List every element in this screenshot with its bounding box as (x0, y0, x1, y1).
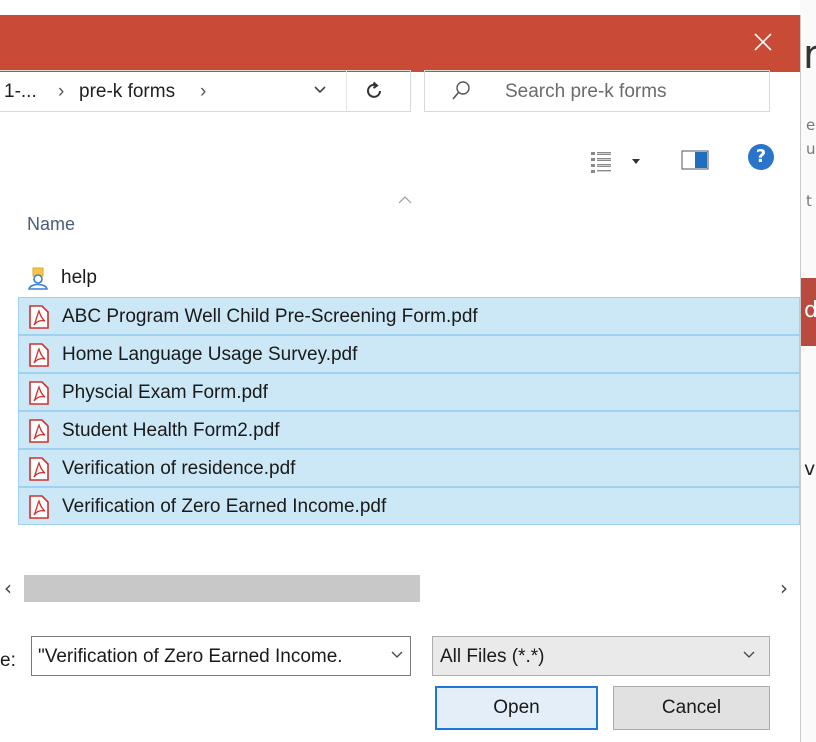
filename-input[interactable]: "Verification of Zero Earned Income. (31, 636, 411, 676)
breadcrumb-item[interactable]: pre-k forms (79, 81, 175, 103)
background-heading-fragment: r (803, 32, 816, 78)
filetype-value: All Files (*.*) (440, 646, 545, 667)
file-name: Physcial Exam Form.pdf (62, 382, 268, 403)
open-button[interactable]: Open (435, 686, 598, 730)
pdf-file-icon (29, 457, 49, 481)
close-icon[interactable] (748, 27, 778, 57)
breadcrumb-item[interactable]: 1-... (4, 81, 37, 103)
file-list: help ABC Program Well Child Pre-Screenin… (18, 259, 800, 525)
file-name: help (61, 267, 97, 288)
list-item[interactable]: Verification of Zero Earned Income.pdf (18, 487, 800, 525)
background-text-fragment: e (806, 116, 816, 134)
preview-pane-icon[interactable] (681, 149, 709, 171)
pdf-file-icon (29, 419, 49, 443)
list-item[interactable]: help (18, 259, 800, 297)
breadcrumb-separator-icon[interactable]: › (58, 81, 64, 103)
filename-value: "Verification of Zero Earned Income. (38, 646, 343, 667)
list-item[interactable]: Physcial Exam Form.pdf (18, 373, 800, 411)
caret-down-icon[interactable] (631, 158, 641, 166)
file-name: ABC Program Well Child Pre-Screening For… (62, 306, 478, 327)
sort-caret-icon (398, 196, 412, 204)
folder-user-icon (28, 267, 48, 290)
address-bar[interactable]: 1-... › pre-k forms › (0, 70, 411, 112)
scroll-right-icon[interactable]: › (780, 576, 788, 600)
scrollbar-thumb[interactable] (24, 575, 420, 602)
list-item[interactable]: ABC Program Well Child Pre-Screening For… (18, 297, 800, 335)
background-text-fragment: t (806, 192, 812, 210)
dialog-titlebar (0, 15, 800, 72)
pdf-file-icon (29, 305, 49, 329)
refresh-icon[interactable] (363, 79, 387, 103)
file-name: Student Health Form2.pdf (62, 420, 280, 441)
background-text-fragment: vi (804, 458, 816, 480)
chevron-down-icon (743, 651, 755, 658)
file-name: Verification of residence.pdf (62, 458, 296, 479)
column-header-name[interactable]: Name (27, 214, 75, 235)
filetype-select[interactable]: All Files (*.*) (432, 636, 770, 676)
search-icon (452, 81, 470, 100)
details-view-icon[interactable] (589, 150, 615, 174)
file-name: Home Language Usage Survey.pdf (62, 344, 358, 365)
help-icon[interactable]: ? (748, 144, 774, 170)
pdf-file-icon (29, 495, 49, 519)
list-item[interactable]: Student Health Form2.pdf (18, 411, 800, 449)
pdf-file-icon (29, 381, 49, 405)
search-input[interactable]: Search pre-k forms (505, 81, 667, 103)
search-box[interactable]: Search pre-k forms (424, 70, 770, 112)
file-name: Verification of Zero Earned Income.pdf (62, 496, 387, 517)
cancel-button[interactable]: Cancel (613, 686, 770, 730)
list-item[interactable]: Verification of residence.pdf (18, 449, 800, 487)
chevron-down-icon[interactable] (313, 83, 327, 97)
pdf-file-icon (29, 343, 49, 367)
breadcrumb-separator-icon[interactable]: › (200, 81, 206, 103)
background-text-fragment: u (806, 140, 816, 158)
background-button-fragment: d (801, 278, 816, 346)
filename-label: e: (0, 650, 16, 671)
list-item[interactable]: Home Language Usage Survey.pdf (18, 335, 800, 373)
scroll-left-icon[interactable]: ‹ (4, 576, 12, 600)
divider (346, 71, 347, 111)
chevron-down-icon[interactable] (391, 650, 403, 660)
background-app (800, 0, 816, 742)
horizontal-scrollbar[interactable]: ‹ › (0, 575, 800, 603)
